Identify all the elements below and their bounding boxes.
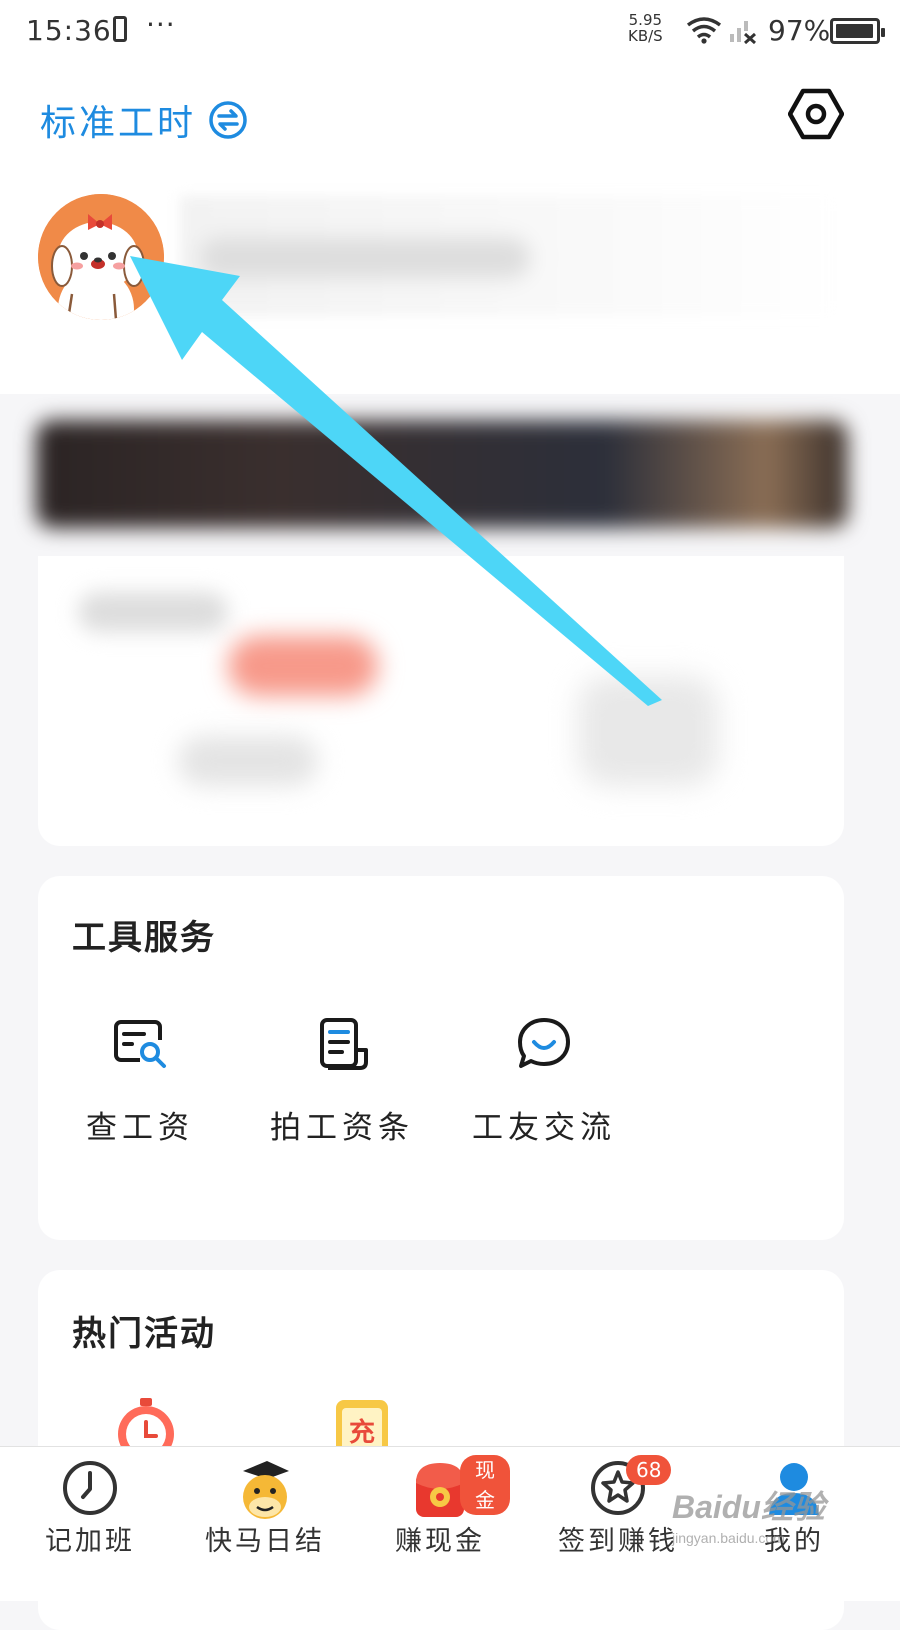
cell-signal-icon <box>730 21 757 44</box>
battery-icon <box>830 18 885 44</box>
horse-mascot-icon <box>243 1461 289 1519</box>
network-speed-unit: KB/S <box>628 27 663 45</box>
tool-worker-chat[interactable]: 工友交流 <box>444 1016 644 1147</box>
profile-header: 标准工时 <box>0 64 900 394</box>
blurred-stats-card <box>38 556 844 846</box>
nav-daily-pay[interactable]: 快马日结 <box>190 1447 340 1601</box>
payslip-icon <box>320 1018 368 1070</box>
settings-gear-icon[interactable] <box>788 86 844 142</box>
nav-overtime[interactable]: 记加班 <box>20 1447 160 1601</box>
swap-icon <box>209 101 247 139</box>
work-hours-mode-switch[interactable]: 标准工时 <box>40 94 248 146</box>
page-title: 标准工时 <box>40 103 197 144</box>
blurred-user-info <box>180 196 840 316</box>
nav-label: 记加班 <box>45 1526 135 1557</box>
status-bar: 15:36 ··· 5.95 KB/S 97% <box>0 0 900 64</box>
battery-percent: 97% <box>768 14 831 47</box>
salary-search-icon <box>114 1020 168 1068</box>
wifi-icon <box>686 17 722 44</box>
nav-checkin-earn[interactable]: 68 签到赚钱 <box>548 1447 688 1601</box>
nav-label: 快马日结 <box>205 1526 325 1557</box>
more-notifications-icon: ··· <box>146 8 176 41</box>
tool-label: 拍工资条 <box>270 1110 414 1146</box>
tool-label: 工友交流 <box>472 1110 616 1146</box>
watermark-sub: jingyan.baidu.com <box>672 1530 785 1546</box>
status-time: 15:36 <box>26 14 112 47</box>
tools-section-title: 工具服务 <box>72 918 216 958</box>
tool-scan-payslip[interactable]: 拍工资条 <box>242 1016 442 1147</box>
cash-badge: 现金 <box>460 1455 510 1515</box>
nav-label: 赚现金 <box>395 1526 485 1557</box>
vibrate-icon <box>113 16 127 42</box>
network-speed: 5.95 KB/S <box>628 12 663 44</box>
watermark: Baidu经验 jingyan.baidu.com <box>672 1482 825 1546</box>
clock-icon <box>63 1461 117 1515</box>
blurred-banner[interactable] <box>36 420 848 528</box>
recharge-icon-label: 充 <box>349 1417 375 1448</box>
nav-earn-cash[interactable]: 现金 赚现金 <box>370 1447 510 1601</box>
chat-icon <box>518 1018 570 1068</box>
checkin-count-badge: 68 <box>626 1455 672 1485</box>
tool-check-salary[interactable]: 查工资 <box>40 1016 240 1147</box>
avatar[interactable] <box>38 194 164 320</box>
watermark-text: Baidu经验 <box>672 1489 825 1525</box>
nav-label: 签到赚钱 <box>558 1526 678 1557</box>
tools-card: 工具服务 查工资 拍工资条 工友交流 <box>38 876 844 1240</box>
tool-label: 查工资 <box>86 1110 194 1146</box>
puppy-avatar-icon <box>38 194 164 320</box>
hot-section-title: 热门活动 <box>72 1314 216 1354</box>
